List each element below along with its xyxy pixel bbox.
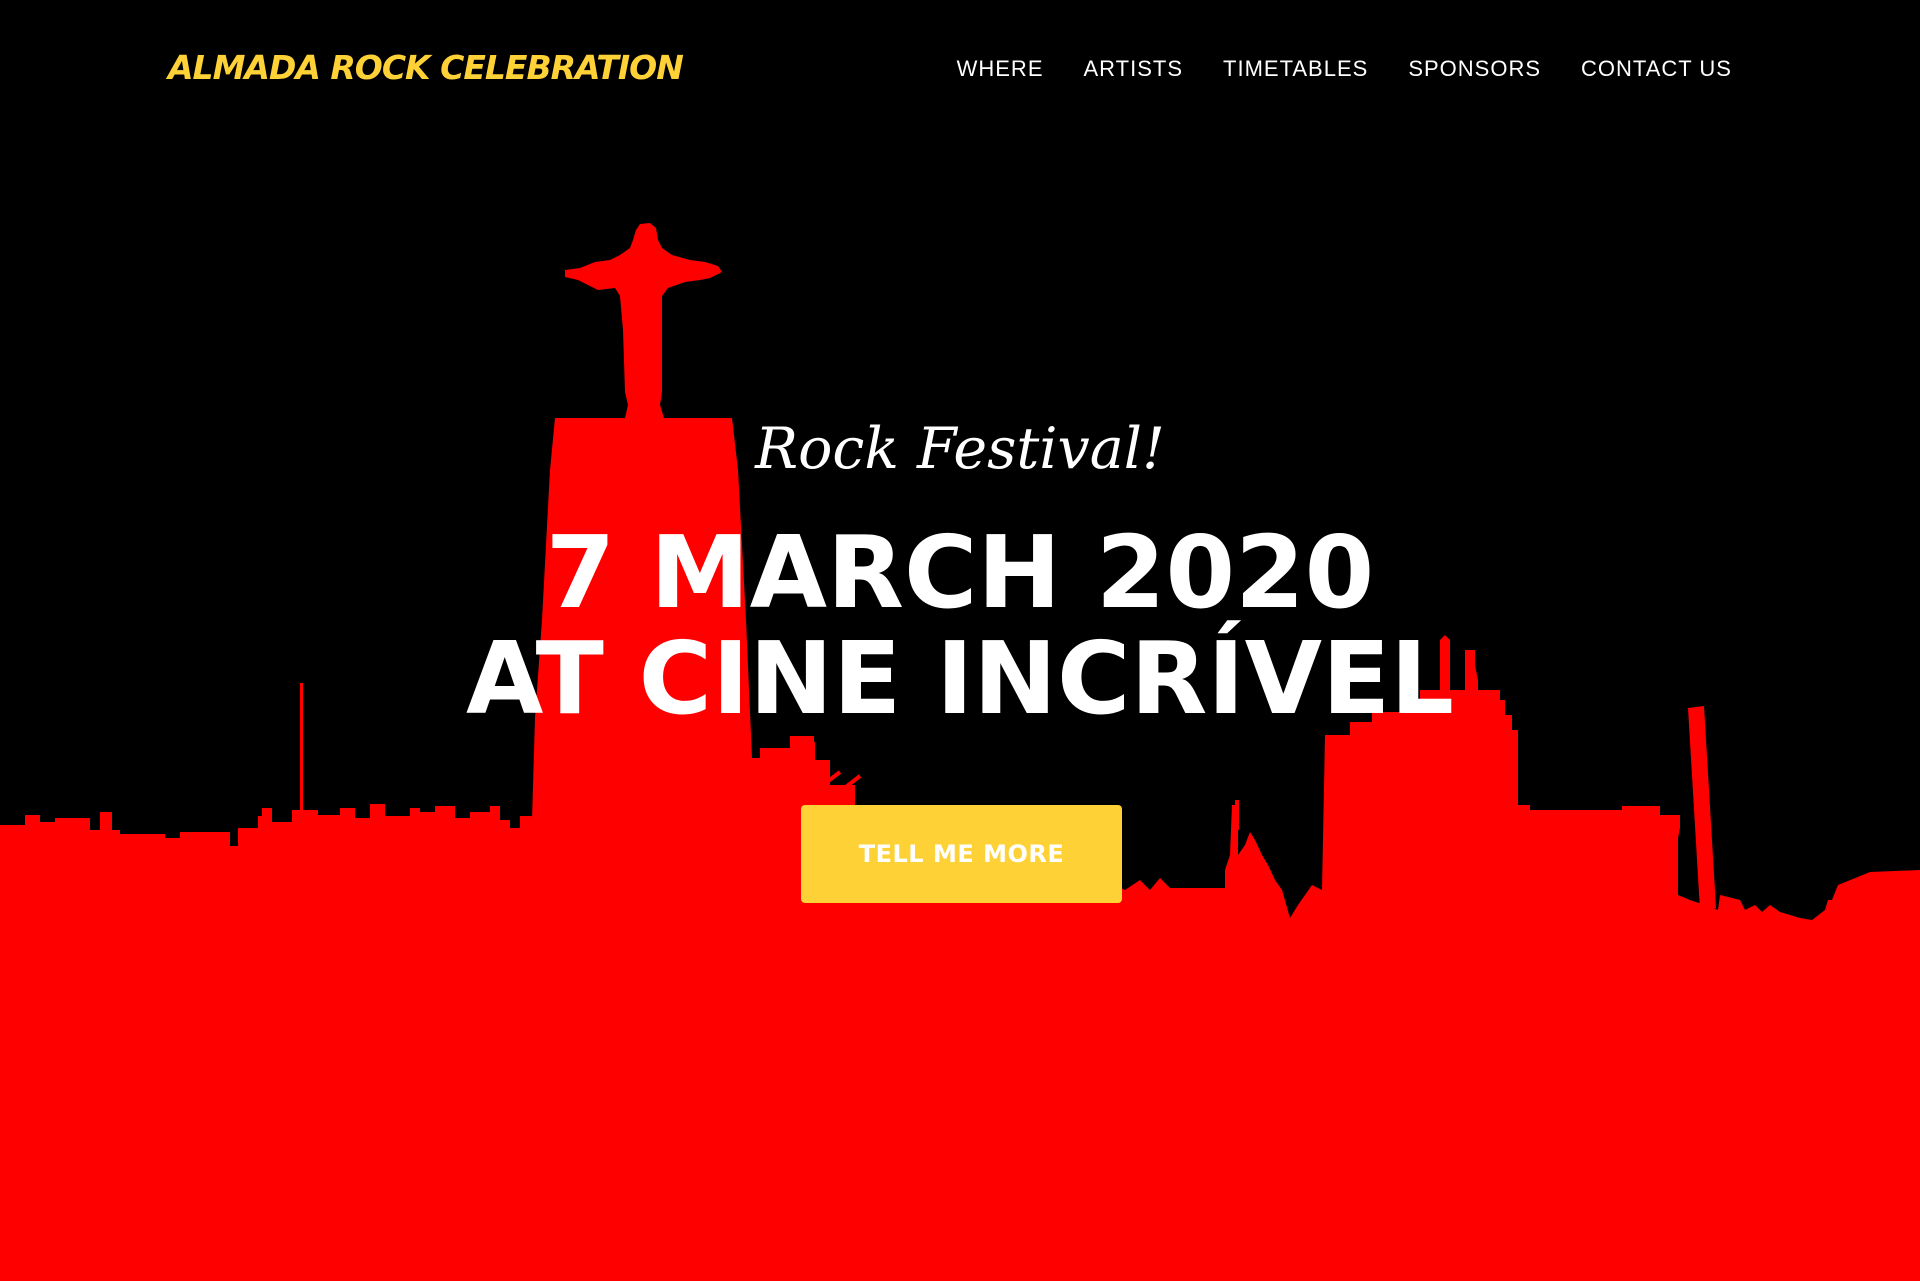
hero-subheading: Rock Festival! [755,416,1165,482]
page: ALMADA ROCK CELEBRATION WHERE ARTISTS TI… [0,0,1920,1281]
nav-item-artists[interactable]: ARTISTS [1064,56,1204,82]
tell-me-more-button[interactable]: TELL ME MORE [801,805,1122,903]
navbar: ALMADA ROCK CELEBRATION WHERE ARTISTS TI… [0,0,1920,145]
hero-heading-venue: AT CINE INCRÍVEL [466,620,1454,737]
skyline-body [0,223,1920,1281]
antenna [1235,800,1239,830]
nav-menu: WHERE ARTISTS TIMETABLES SPONSORS CONTAC… [937,56,1732,82]
nav-item-timetables[interactable]: TIMETABLES [1203,56,1388,82]
nav-item-where[interactable]: WHERE [937,56,1064,82]
nav-item-contact-us[interactable]: CONTACT US [1561,56,1732,82]
hero-heading-date: 7 MARCH 2020 [545,514,1375,631]
nav-item-sponsors[interactable]: SPONSORS [1388,56,1561,82]
chimney [1688,706,1716,910]
tower-top [800,736,814,752]
brand-logo[interactable]: ALMADA ROCK CELEBRATION [168,48,684,87]
